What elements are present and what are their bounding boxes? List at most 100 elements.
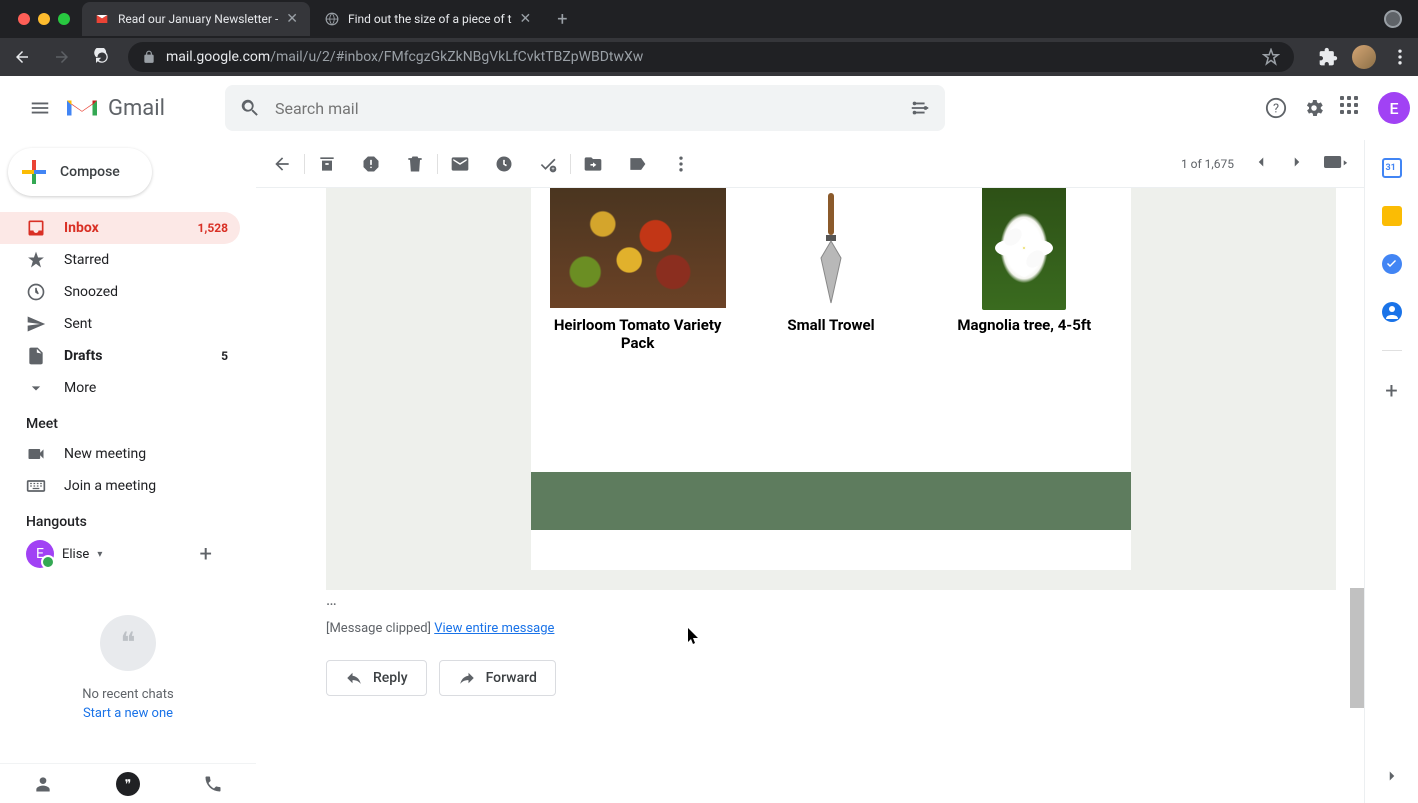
- sidebar-item-drafts[interactable]: Drafts 5: [0, 340, 240, 372]
- contacts-addon-icon[interactable]: [1382, 302, 1402, 322]
- keep-addon-icon[interactable]: [1382, 206, 1402, 226]
- more-actions-button[interactable]: [671, 154, 691, 174]
- profile-avatar-icon[interactable]: [1352, 45, 1376, 69]
- scrollbar-thumb[interactable]: [1350, 588, 1364, 708]
- menu-dots-icon[interactable]: [1390, 47, 1410, 67]
- nav-label: Snoozed: [64, 284, 118, 300]
- url-field[interactable]: mail.google.com/mail/u/2/#inbox/FMfcgzGk…: [128, 42, 1294, 72]
- gmail-logo-icon: [64, 94, 100, 122]
- search-input[interactable]: [275, 99, 895, 118]
- svg-text:?: ?: [1273, 102, 1279, 117]
- window-controls: [6, 13, 82, 25]
- nav-label: More: [64, 380, 96, 396]
- close-tab-icon[interactable]: ✕: [286, 11, 298, 27]
- hangouts-tab-icon[interactable]: ❞: [85, 772, 170, 796]
- chat-empty-state: ❝ No recent chats Start a new one: [0, 572, 256, 763]
- nav-label: Drafts: [64, 348, 102, 364]
- sidebar: Compose Inbox 1,528 Starred Snoozed Sent…: [0, 140, 256, 803]
- settings-icon[interactable]: [1302, 96, 1326, 120]
- move-to-button[interactable]: [583, 154, 603, 174]
- labels-button[interactable]: [627, 154, 647, 174]
- browser-tab[interactable]: Find out the size of a piece of t ✕: [312, 2, 543, 36]
- input-tools-button[interactable]: [1324, 153, 1348, 174]
- sidebar-item-new-meeting[interactable]: New meeting: [0, 438, 240, 470]
- panel-divider: [1382, 350, 1402, 351]
- calendar-addon-icon[interactable]: [1382, 158, 1402, 178]
- search-options-icon[interactable]: [909, 97, 931, 119]
- maximize-window-button[interactable]: [58, 13, 70, 25]
- new-tab-button[interactable]: +: [545, 9, 579, 30]
- sidebar-item-starred[interactable]: Starred: [0, 244, 240, 276]
- close-tab-icon[interactable]: ✕: [520, 11, 532, 27]
- add-task-button[interactable]: +: [538, 154, 558, 174]
- dropdown-caret-icon[interactable]: ▾: [97, 549, 102, 560]
- forward-button[interactable]: [48, 43, 76, 71]
- product-row: Heirloom Tomato Variety Pack Small Trowe…: [531, 188, 1131, 472]
- new-chat-button[interactable]: +: [200, 542, 230, 567]
- hangouts-user-row[interactable]: E Elise ▾ +: [0, 536, 256, 572]
- support-icon[interactable]: ?: [1264, 96, 1288, 120]
- next-message-button[interactable]: [1288, 153, 1306, 174]
- url-text: mail.google.com/mail/u/2/#inbox/FMfcgzGk…: [166, 49, 643, 65]
- lock-icon: [142, 50, 156, 64]
- contacts-tab-icon[interactable]: [0, 774, 85, 794]
- hangouts-username: Elise: [62, 547, 89, 562]
- get-addons-button[interactable]: +: [1385, 379, 1397, 404]
- show-trimmed-button[interactable]: …: [256, 590, 1364, 609]
- extensions-icon[interactable]: [1318, 47, 1338, 67]
- search-box[interactable]: [225, 85, 945, 131]
- view-entire-message-link[interactable]: View entire message: [434, 621, 554, 636]
- star-icon[interactable]: [1262, 48, 1280, 66]
- email-toolbar: + 1 of 1,675: [256, 140, 1364, 188]
- back-button[interactable]: [8, 43, 36, 71]
- sidebar-item-snoozed[interactable]: Snoozed: [0, 276, 240, 308]
- snooze-button[interactable]: [494, 154, 514, 174]
- start-chat-link[interactable]: Start a new one: [83, 706, 173, 721]
- phone-tab-icon[interactable]: [171, 774, 256, 794]
- mark-unread-button[interactable]: [450, 154, 470, 174]
- collapse-panel-button[interactable]: [1383, 767, 1401, 789]
- browser-tab-active[interactable]: Read our January Newsletter - ✕: [82, 2, 310, 36]
- delete-button[interactable]: [405, 154, 425, 174]
- sidebar-item-more[interactable]: More: [0, 372, 240, 404]
- archive-button[interactable]: [317, 154, 337, 174]
- account-avatar[interactable]: E: [1378, 92, 1410, 124]
- tab-title: Read our January Newsletter -: [118, 12, 278, 26]
- reload-button[interactable]: [88, 43, 116, 71]
- reply-button[interactable]: Reply: [326, 660, 427, 696]
- reply-actions: Reply Forward: [256, 636, 1364, 720]
- gmail-header: Gmail ? E: [0, 76, 1418, 140]
- tasks-addon-icon[interactable]: [1382, 254, 1402, 274]
- compose-button[interactable]: Compose: [8, 148, 152, 196]
- product-card[interactable]: Small Trowel: [736, 188, 926, 352]
- nav-count: 1,528: [198, 221, 229, 235]
- sidebar-item-sent[interactable]: Sent: [0, 308, 240, 340]
- prev-message-button[interactable]: [1252, 153, 1270, 174]
- sidebar-item-inbox[interactable]: Inbox 1,528: [0, 212, 240, 244]
- forward-button[interactable]: Forward: [439, 660, 556, 696]
- keyboard-icon: [26, 476, 46, 496]
- minimize-window-button[interactable]: [38, 13, 50, 25]
- product-image-magnolia: [964, 188, 1084, 308]
- chevron-down-icon: [26, 378, 46, 398]
- product-card[interactable]: Heirloom Tomato Variety Pack: [543, 188, 733, 352]
- address-bar: mail.google.com/mail/u/2/#inbox/FMfcgzGk…: [0, 38, 1418, 76]
- incognito-profile-icon[interactable]: [1384, 10, 1402, 28]
- header-right: ? E: [1264, 92, 1410, 124]
- nav-label: New meeting: [64, 446, 146, 462]
- back-to-inbox-button[interactable]: [272, 154, 292, 174]
- extension-area: [1318, 45, 1410, 69]
- report-spam-button[interactable]: [361, 154, 381, 174]
- google-apps-icon[interactable]: [1340, 96, 1364, 120]
- close-window-button[interactable]: [18, 13, 30, 25]
- nav-count: 5: [221, 349, 228, 363]
- main-menu-button[interactable]: [16, 84, 64, 132]
- nav-label: Sent: [64, 316, 92, 332]
- reply-label: Reply: [373, 670, 408, 686]
- sidebar-item-join-meeting[interactable]: Join a meeting: [0, 470, 240, 502]
- video-icon: [26, 444, 46, 464]
- hangouts-section-title: Hangouts: [0, 502, 256, 536]
- product-card[interactable]: Magnolia tree, 4-5ft: [929, 188, 1119, 352]
- separator: [437, 154, 438, 174]
- gmail-logo[interactable]: Gmail: [64, 94, 165, 122]
